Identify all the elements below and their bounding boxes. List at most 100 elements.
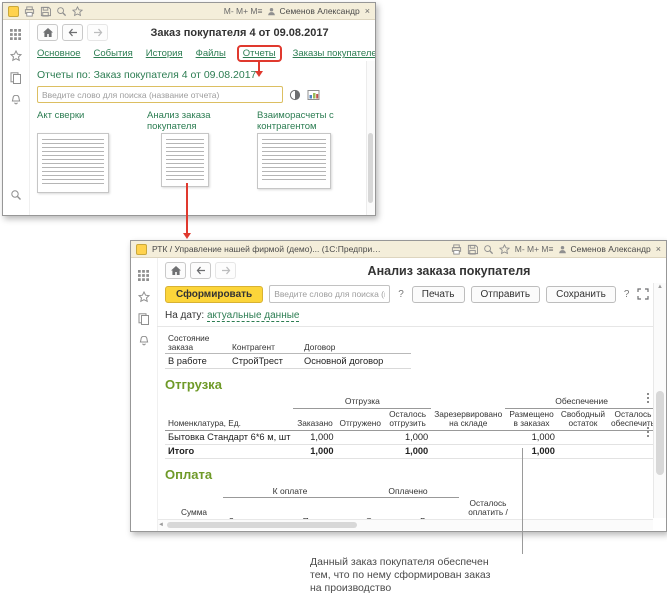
w2-toolbar: Сформировать ? Печать Отправить Сохранит… [157, 281, 666, 307]
favorites-star-icon[interactable] [10, 49, 22, 67]
save-button[interactable]: Сохранить [546, 286, 616, 303]
report-card-title: Акт сверки [37, 110, 135, 133]
back-button[interactable] [62, 24, 83, 41]
order-status: В работе [165, 354, 229, 369]
save-icon[interactable] [40, 6, 51, 17]
tab-events[interactable]: События [94, 48, 133, 59]
history-pages-icon[interactable] [10, 71, 22, 89]
report-card-settlements[interactable]: Взаиморасчеты с контрагентом [257, 110, 355, 193]
column-header: Осталось отгрузить [384, 408, 431, 430]
home-button[interactable] [37, 24, 58, 41]
scroll-left-icon[interactable]: ◄ [158, 521, 164, 529]
generate-button[interactable]: Сформировать [165, 286, 263, 303]
history-pages-icon[interactable] [138, 312, 150, 330]
w1-nav-row: Заказ покупателя 4 от 09.08.2017 [29, 20, 375, 43]
scroll-up-icon[interactable]: ▲ [654, 283, 666, 291]
column-header: Заказано [293, 408, 336, 430]
w1-left-panel [3, 20, 30, 215]
w1-titlebar: M- M+ M≡ Семенов Александр × [3, 3, 375, 20]
cell [558, 430, 608, 444]
report-thumbnail[interactable] [161, 133, 209, 187]
forward-button[interactable] [215, 262, 236, 279]
date-value-link[interactable]: актуальные данные [207, 310, 299, 322]
column-header: Договор [301, 333, 411, 354]
report-search-input[interactable] [37, 86, 283, 103]
home-button[interactable] [165, 262, 186, 279]
callout-text-line: Данный заказ покупателя обеспечен [310, 556, 490, 569]
w2-vertical-scrollbar[interactable]: ▲ [653, 283, 666, 518]
customer-order-window: M- M+ M≡ Семенов Александр × Заказ покуп… [2, 2, 376, 216]
order-info-table: Состояние заказа Контрагент Договор В ра… [165, 333, 411, 369]
page-title: Анализ заказа покупателя [240, 264, 658, 278]
user-badge[interactable]: Семенов Александр [267, 6, 359, 16]
report-thumbnail[interactable] [257, 133, 331, 189]
star-icon[interactable] [72, 6, 83, 17]
help-button[interactable]: ? [622, 289, 632, 300]
printer-icon[interactable] [24, 6, 35, 17]
search-magnifier-icon[interactable] [10, 188, 22, 206]
printer-icon[interactable] [451, 244, 462, 255]
scrollbar-thumb[interactable] [656, 391, 664, 475]
w2-nav-row: Анализ заказа покупателя [157, 258, 666, 281]
more-menu-icon[interactable] [647, 393, 649, 395]
more-menu-icon[interactable] [647, 427, 649, 429]
table-row[interactable]: В работе СтройТрест Основной договор [165, 354, 411, 369]
close-icon[interactable]: × [365, 7, 370, 16]
expand-icon[interactable] [637, 288, 649, 300]
save-icon[interactable] [467, 244, 478, 255]
w1-main: Заказ покупателя 4 от 09.08.2017 Основно… [29, 20, 375, 215]
column-header: Контрагент [229, 333, 301, 354]
screenshot-canvas: M- M+ M≡ Семенов Александр × Заказ покуп… [0, 0, 667, 600]
app-icon [136, 244, 147, 255]
report-card-title: Анализ заказа покупателя [147, 110, 245, 133]
cell [608, 430, 658, 444]
contrast-view-icon[interactable] [289, 89, 301, 101]
font-scale-buttons[interactable]: M- M+ M≡ [515, 244, 554, 254]
item-search-input[interactable] [269, 285, 390, 303]
scrollbar-thumb[interactable] [167, 522, 357, 528]
font-scale-buttons[interactable]: M- M+ M≡ [224, 6, 263, 16]
search-icon[interactable] [56, 6, 67, 17]
tab-history[interactable]: История [146, 48, 183, 59]
cell: 1,000 [384, 444, 431, 458]
column-header: Отгружено [337, 408, 384, 430]
send-button[interactable]: Отправить [471, 286, 541, 303]
table-row[interactable]: Бытовка Стандарт 6*6 м, шт 1,000 1,000 1… [165, 430, 658, 444]
cell [431, 430, 505, 444]
tab-files[interactable]: Файлы [196, 48, 226, 59]
tab-reports[interactable]: Отчеты [243, 48, 276, 59]
tab-site-orders[interactable]: Заказы покупателей с сайта [293, 48, 375, 59]
sections-menu-icon[interactable] [10, 27, 21, 45]
notifications-bell-icon[interactable] [138, 334, 150, 352]
cell: 1,000 [293, 444, 336, 458]
user-icon [558, 245, 567, 254]
shipping-section-title: Отгрузка [165, 377, 658, 392]
cell [337, 444, 384, 458]
search-help-button[interactable]: ? [396, 289, 406, 300]
gallery-view-icon[interactable] [307, 89, 320, 101]
window-title: РТК / Управление нашей фирмой (демо)... … [152, 244, 382, 254]
report-thumbnail[interactable] [37, 133, 109, 193]
search-icon[interactable] [483, 244, 494, 255]
back-button[interactable] [190, 262, 211, 279]
forward-button[interactable] [87, 24, 108, 41]
print-button[interactable]: Печать [412, 286, 465, 303]
report-card-order-analysis[interactable]: Анализ заказа покупателя [147, 110, 245, 193]
notifications-bell-icon[interactable] [10, 93, 22, 111]
column-header: Состояние заказа [165, 333, 229, 354]
w1-search-row [29, 83, 375, 106]
w2-left-panel [131, 258, 158, 531]
sections-menu-icon[interactable] [138, 268, 149, 286]
user-badge[interactable]: Семенов Александр [558, 244, 650, 254]
favorites-star-icon[interactable] [138, 290, 150, 308]
report-card-reconciliation[interactable]: Акт сверки [37, 110, 135, 193]
report-card-title: Взаиморасчеты с контрагентом [257, 110, 355, 133]
close-icon[interactable]: × [656, 245, 661, 254]
w1-vertical-scrollbar[interactable] [366, 61, 375, 215]
w2-horizontal-scrollbar[interactable]: ◄ [158, 519, 653, 530]
user-name: Семенов Александр [279, 6, 359, 16]
cell: 1,000 [293, 430, 336, 444]
tab-main[interactable]: Основное [37, 48, 81, 59]
star-icon[interactable] [499, 244, 510, 255]
w2-main: Анализ заказа покупателя Сформировать ? … [157, 258, 666, 531]
